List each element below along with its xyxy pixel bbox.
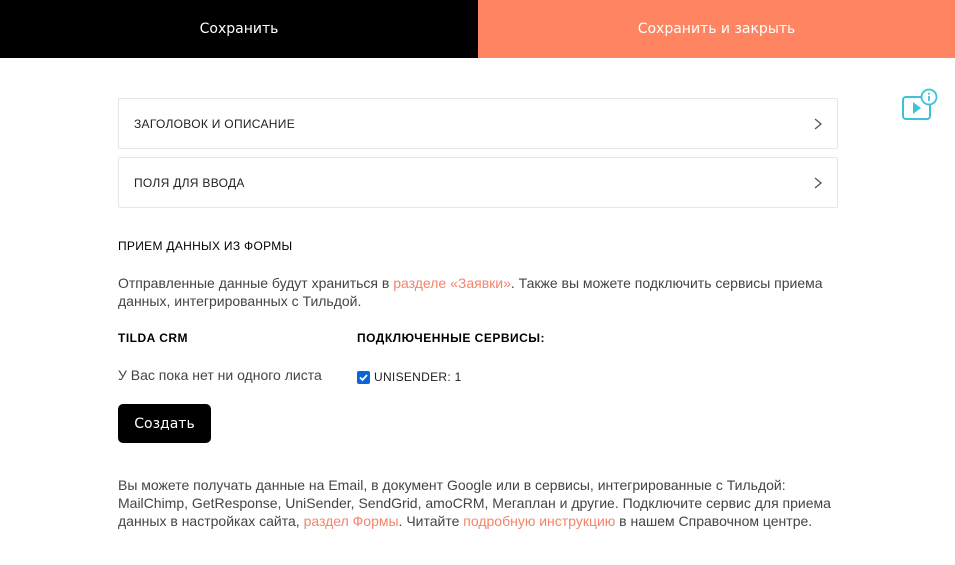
save-button[interactable]: Сохранить	[0, 0, 478, 58]
footer-help-text: Вы можете получать данные на Email, в до…	[118, 476, 848, 530]
unisender-checkbox[interactable]	[357, 370, 370, 384]
footer-text: . Читайте	[398, 513, 464, 529]
check-icon	[359, 373, 368, 381]
section-title: ПРИЕМ ДАННЫХ ИЗ ФОРМЫ	[118, 239, 293, 253]
chevron-right-icon	[814, 177, 823, 189]
panel-label: ЗАГОЛОВОК И ОПИСАНИЕ	[134, 116, 295, 131]
desc-text: Отправленные данные будут храниться в	[118, 275, 394, 291]
panel-label: ПОЛЯ ДЛЯ ВВОДА	[134, 175, 245, 190]
requests-section-link[interactable]: разделе «Заявки»	[393, 275, 511, 291]
panel-input-fields[interactable]: ПОЛЯ ДЛЯ ВВОДА	[118, 157, 838, 208]
tilda-crm-title: TILDA CRM	[118, 331, 189, 345]
footer-text: в нашем Справочном центре.	[615, 513, 813, 529]
no-lists-text: У Вас пока нет ни одного листа	[118, 367, 322, 383]
section-description: Отправленные данные будут храниться в ра…	[118, 274, 838, 310]
save-and-close-button[interactable]: Сохранить и закрыть	[478, 0, 955, 58]
connected-services-title: ПОДКЛЮЧЕННЫЕ СЕРВИСЫ:	[357, 331, 546, 345]
create-button[interactable]: Создать	[118, 404, 211, 443]
chevron-right-icon	[814, 118, 823, 130]
top-toolbar: Сохранить Сохранить и закрыть	[0, 0, 955, 58]
service-item-unisender: UNISENDER: 1	[357, 370, 462, 384]
service-label: UNISENDER: 1	[374, 370, 462, 384]
forms-section-link[interactable]: раздел Формы	[304, 513, 399, 529]
video-info-icon[interactable]	[900, 88, 940, 124]
detailed-instructions-link[interactable]: подробную инструкцию	[463, 513, 615, 529]
panel-title-description[interactable]: ЗАГОЛОВОК И ОПИСАНИЕ	[118, 98, 838, 149]
